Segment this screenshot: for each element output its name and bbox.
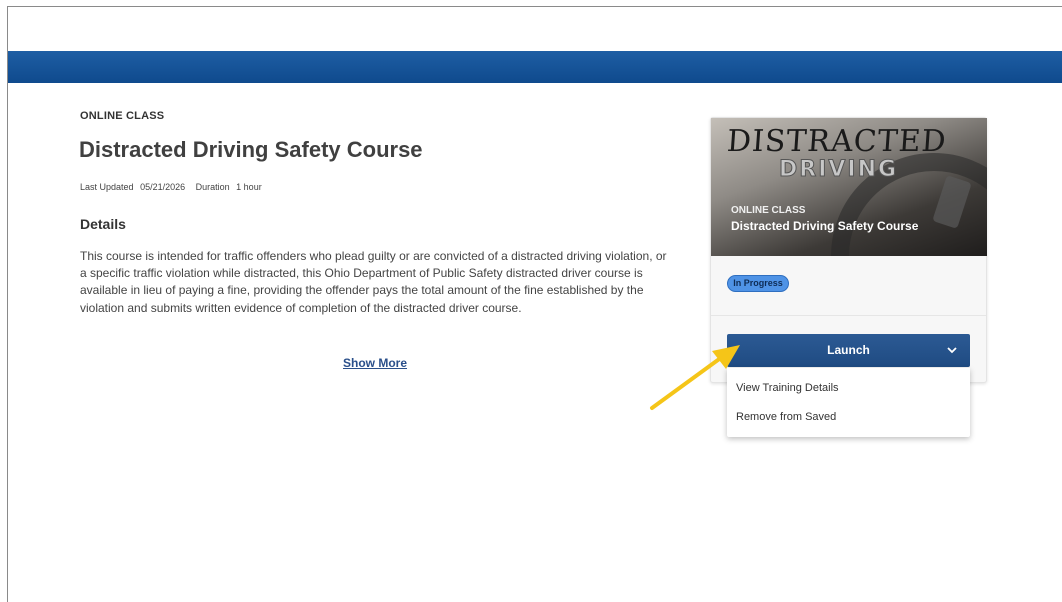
status-badge: In Progress: [727, 275, 789, 292]
card-divider: [711, 315, 986, 316]
details-heading: Details: [80, 216, 126, 232]
card-type-label: ONLINE CLASS: [731, 205, 806, 216]
course-meta: Last Updated 05/21/2026 Duration 1 hour: [80, 182, 266, 192]
annotation-arrow-icon: [650, 345, 740, 410]
thumbnail-title-word1: DISTRACTED: [725, 124, 948, 159]
course-type-label: ONLINE CLASS: [80, 110, 165, 122]
card-title: Distracted Driving Safety Course: [731, 219, 919, 233]
course-description: This course is intended for traffic offe…: [80, 249, 667, 315]
launch-button[interactable]: Launch: [727, 334, 970, 367]
duration-value: 1 hour: [236, 182, 262, 192]
chevron-down-icon[interactable]: [945, 343, 959, 357]
page-title: Distracted Driving Safety Course: [79, 137, 423, 162]
last-updated-label: Last Updated: [80, 182, 134, 192]
duration-label: Duration: [195, 182, 230, 192]
top-banner: [8, 51, 1062, 83]
thumbnail-title-word2: DRIVING: [778, 157, 899, 183]
show-more-link[interactable]: Show More: [343, 356, 407, 370]
menu-item-view-training-details[interactable]: View Training Details: [736, 382, 839, 394]
last-updated-value: 05/21/2026: [140, 182, 186, 192]
launch-button-label: Launch: [827, 343, 870, 357]
course-thumbnail: DISTRACTED DRIVING ONLINE CLASS Distract…: [711, 118, 987, 256]
menu-item-remove-from-saved[interactable]: Remove from Saved: [736, 411, 836, 423]
launch-dropdown-menu: View Training Details Remove from Saved: [727, 368, 970, 437]
